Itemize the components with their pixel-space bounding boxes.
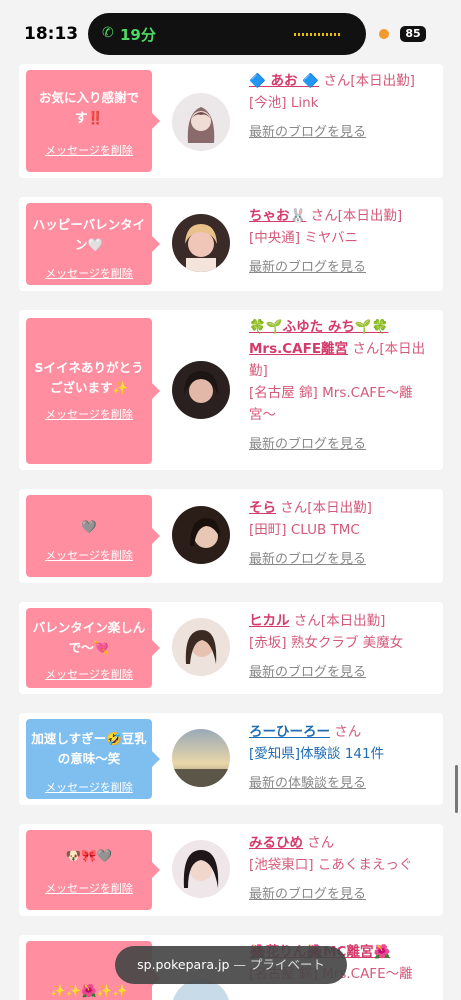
- message-bubble: お気に入り感謝です‼️ メッセージを削除: [26, 70, 160, 172]
- scrollbar[interactable]: [455, 765, 458, 813]
- call-duration: 19分: [120, 26, 156, 44]
- message-text: ハッピーバレンタイン🤍: [32, 217, 146, 252]
- message-bubble: 🐶🎀🩶 メッセージを削除: [26, 830, 160, 910]
- card-info: みるひめ さん [池袋東口] こあくまえっぐ 最新のブログを見る: [249, 832, 435, 906]
- list-item: Sイイネありがとうございます✨ メッセージを削除 🍀🌱ふゆた みち🌱🍀 Mrs.…: [19, 310, 443, 470]
- shop-link[interactable]: [池袋東口] こあくまえっぐ: [249, 857, 412, 873]
- girl-name-link[interactable]: ヒカル: [249, 613, 290, 629]
- shop-link[interactable]: [今池] Link: [249, 95, 318, 111]
- delete-message-link[interactable]: メッセージを削除: [26, 142, 152, 158]
- status-bar: 18:13 ✆ 19分 85: [0, 0, 461, 62]
- card-info: ちゃお🐰 さん[本日出勤] [中央通] ミヤバニ 最新のブログを見る: [249, 205, 435, 279]
- audio-wave-icon: [294, 33, 340, 36]
- avatar[interactable]: [172, 214, 230, 272]
- message-text: ✨✨🌺✨✨: [50, 983, 128, 998]
- message-bubble: バレンタイン楽しんで〜💘 メッセージを削除: [26, 608, 160, 688]
- url-host: sp.pokepara.jp: [137, 957, 230, 972]
- phone-icon: ✆: [102, 25, 114, 41]
- delete-message-link[interactable]: メッセージを削除: [26, 779, 152, 795]
- avatar[interactable]: [172, 840, 230, 898]
- girl-name-link[interactable]: みるひめ: [249, 835, 303, 851]
- card-info: 🍀🌱ふゆた みち🌱🍀 Mrs.CAFE離宮 さん[本日出勤] [名古屋 錦] M…: [249, 316, 435, 456]
- status-text: さん[本日出勤]: [323, 73, 415, 89]
- list-item: お気に入り感謝です‼️ メッセージを削除 🔷 あお 🔷 さん[本日出勤] [今池…: [19, 64, 443, 178]
- message-text: 🩶: [81, 519, 97, 534]
- message-bubble: 🩶 メッセージを削除: [26, 495, 160, 577]
- view-blog-link[interactable]: 最新のブログを見る: [249, 257, 435, 279]
- avatar[interactable]: [172, 361, 230, 419]
- reviewer-name-link[interactable]: ろーひーろー: [249, 724, 330, 740]
- list-item: 🩶 メッセージを削除 そら さん[本日出勤] [田町] CLUB TMC 最新の…: [19, 489, 443, 583]
- message-text: Sイイネありがとうございます✨: [34, 360, 144, 395]
- message-text: お気に入り感謝です‼️: [38, 90, 139, 125]
- view-review-link[interactable]: 最新の体験談を見る: [249, 773, 435, 795]
- view-blog-link[interactable]: 最新のブログを見る: [249, 122, 435, 144]
- message-bubble: ハッピーバレンタイン🤍 メッセージを削除: [26, 203, 160, 285]
- message-text: 🐶🎀🩶: [65, 848, 113, 863]
- recording-dot-icon: [379, 29, 389, 39]
- delete-message-link[interactable]: メッセージを削除: [26, 666, 152, 682]
- view-blog-link[interactable]: 最新のブログを見る: [249, 549, 435, 571]
- view-blog-link[interactable]: 最新のブログを見る: [249, 662, 435, 684]
- message-text: バレンタイン楽しんで〜💘: [32, 620, 146, 655]
- view-blog-link[interactable]: 最新のブログを見る: [249, 434, 435, 456]
- avatar[interactable]: [172, 729, 230, 787]
- delete-message-link[interactable]: メッセージを削除: [26, 406, 152, 422]
- status-text: さん[本日出勤]: [280, 500, 372, 516]
- delete-message-link[interactable]: メッセージを削除: [26, 265, 152, 281]
- status-text: さん: [307, 835, 335, 851]
- card-info: 🔷 あお 🔷 さん[本日出勤] [今池] Link 最新のブログを見る: [249, 70, 435, 144]
- battery-icon: 85: [400, 26, 426, 42]
- shop-link[interactable]: [赤坂] 熟女クラブ 美魔女: [249, 635, 403, 651]
- girl-name-link[interactable]: そら: [249, 500, 276, 516]
- list-item: 🐶🎀🩶 メッセージを削除 みるひめ さん [池袋東口] こあくまえっぐ 最新のブ…: [19, 824, 443, 916]
- delete-message-link[interactable]: メッセージを削除: [26, 547, 152, 563]
- girl-name-link[interactable]: ちゃお🐰: [249, 208, 306, 224]
- list-item: バレンタイン楽しんで〜💘 メッセージを削除 ヒカル さん[本日出勤] [赤坂] …: [19, 602, 443, 694]
- card-info: そら さん[本日出勤] [田町] CLUB TMC 最新のブログを見る: [249, 497, 435, 571]
- avatar[interactable]: [172, 506, 230, 564]
- card-info: ヒカル さん[本日出勤] [赤坂] 熟女クラブ 美魔女 最新のブログを見る: [249, 610, 435, 684]
- list-item: ハッピーバレンタイン🤍 メッセージを削除 ちゃお🐰 さん[本日出勤] [中央通]…: [19, 197, 443, 291]
- card-info: ろーひーろー さん [愛知県]体験談 141件 最新の体験談を見る: [249, 721, 435, 795]
- message-text: 加速しすぎー🤣豆乳の意味〜笑: [31, 731, 147, 766]
- url-bar[interactable]: sp.pokepara.jp — プライベート: [115, 946, 347, 984]
- girl-name-link[interactable]: 🔷 あお 🔷: [249, 73, 319, 89]
- list-item: 加速しすぎー🤣豆乳の意味〜笑 メッセージを削除 ろーひーろー さん [愛知県]体…: [19, 713, 443, 805]
- shop-link[interactable]: [名古屋 錦] Mrs.CAFE〜離宮〜: [249, 385, 413, 423]
- avatar[interactable]: [172, 618, 230, 676]
- status-text: さん[本日出勤]: [310, 208, 403, 224]
- review-count-link[interactable]: [愛知県]体験談 141件: [249, 746, 384, 762]
- view-blog-link[interactable]: 最新のブログを見る: [249, 884, 435, 906]
- private-mode-label: — プライベート: [233, 957, 325, 972]
- status-text: さん: [334, 724, 362, 740]
- avatar[interactable]: [172, 93, 230, 151]
- dynamic-island[interactable]: ✆ 19分: [88, 13, 366, 55]
- message-bubble: Sイイネありがとうございます✨ メッセージを削除: [26, 318, 160, 464]
- clock: 18:13: [24, 24, 79, 44]
- shop-link[interactable]: [田町] CLUB TMC: [249, 522, 360, 538]
- status-text: さん[本日出勤]: [293, 613, 386, 629]
- message-bubble: 加速しすぎー🤣豆乳の意味〜笑 メッセージを削除: [26, 719, 160, 799]
- shop-link[interactable]: [中央通] ミヤバニ: [249, 230, 358, 246]
- delete-message-link[interactable]: メッセージを削除: [26, 880, 152, 896]
